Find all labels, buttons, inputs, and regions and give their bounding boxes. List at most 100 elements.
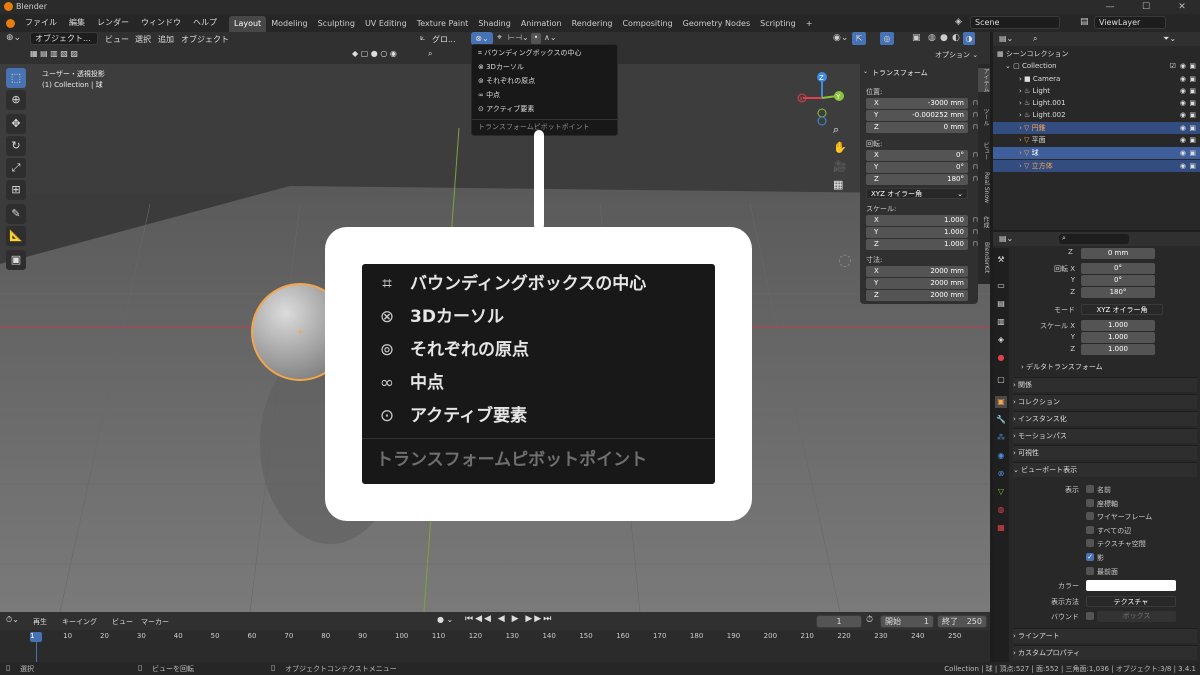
data-tab-icon[interactable]: ▽ (995, 486, 1007, 498)
shading-material-icon[interactable]: ◐ (952, 33, 960, 43)
rotate-tool-icon[interactable]: ↻ (6, 136, 26, 156)
camera-icon[interactable]: ▣ (1189, 147, 1196, 159)
tab-blenderkit[interactable]: BlenderKit (978, 242, 990, 273)
rotation-mode-dropdown[interactable]: XYZ オイラー角 ⌄ (866, 188, 968, 199)
outliner-editor-icon[interactable]: ▤⌄ (999, 34, 1013, 43)
outliner-item-light-001[interactable]: › ♨ Light.001 ◉ ▣ (993, 97, 1200, 109)
menu-add[interactable]: 追加 (158, 34, 174, 45)
prop-rotation-x-field[interactable]: 0° (1081, 263, 1155, 274)
outliner-item-cone[interactable]: › ▽ 円錐 ◉ ▣ (993, 122, 1200, 134)
cursor-tool-icon[interactable]: ⊕ (6, 90, 26, 110)
zoom-icon[interactable]: ⌕ (833, 123, 839, 137)
record-button[interactable]: ● ⌄ (437, 615, 453, 624)
outliner-item-collection[interactable]: ⌄ ▢ Collection ☑ ◉ ▣ (993, 60, 1200, 72)
tab-view[interactable]: ビュー (978, 142, 990, 160)
view-layer-tab-icon[interactable]: ▥ (995, 316, 1007, 328)
shading-wireframe-icon[interactable]: ◍ (928, 33, 936, 43)
section-motion-paths[interactable]: › モーションパス (1013, 428, 1197, 443)
transform-tool-icon[interactable]: ⊞ (6, 180, 26, 200)
section-visibility[interactable]: › 可視性 (1013, 445, 1197, 460)
eye-icon[interactable]: ◉ (1180, 60, 1186, 72)
xray-icon[interactable]: ▣ (912, 33, 921, 43)
timeline-menu-keying[interactable]: キーイング (62, 617, 97, 627)
timeline-menu-playback[interactable]: 再生 (33, 617, 47, 627)
workspace-tab-texture-paint[interactable]: Texture Paint (412, 16, 474, 32)
move-tool-icon[interactable]: ✥ (6, 114, 26, 134)
modifier-tab-icon[interactable]: 🔧 (995, 414, 1007, 426)
playback-controls[interactable]: ⏮◀◀ ◀ ▶ ▶▶⏭ (465, 614, 553, 624)
blender-menu-icon[interactable] (6, 18, 15, 28)
dimension-z-field[interactable]: Z 2000 mm (866, 290, 968, 301)
tab-tool[interactable]: ツール (978, 108, 990, 126)
menu-object[interactable]: オブジェクト (181, 34, 229, 45)
outliner-item-cube[interactable]: › ▽ 立方体 ◉ ▣ (993, 160, 1200, 172)
checkbox-shadow[interactable]: ✓ (1086, 553, 1094, 561)
tool-tab-icon[interactable]: ⚒ (995, 254, 1007, 266)
proportional-editing-icon[interactable]: • (531, 33, 541, 44)
eye-icon[interactable]: ◉ (1180, 97, 1186, 109)
section-instancing[interactable]: › インスタンス化 (1013, 411, 1197, 426)
timeline-editor-icon[interactable]: ⏱⌄ (6, 615, 19, 625)
prop-scale-y-field[interactable]: 1.000 (1081, 332, 1155, 343)
workspace-tab-animation[interactable]: Animation (516, 16, 567, 32)
add-cube-tool-icon[interactable]: ▣ (6, 250, 26, 270)
scale-z-field[interactable]: Z 1.000 ⊓ (866, 239, 978, 250)
material-tab-icon[interactable]: ◍ (995, 504, 1007, 516)
minimize-button[interactable]: — (1092, 0, 1128, 14)
menu-window[interactable]: ウィンドウ (135, 14, 187, 32)
outliner-item-plane[interactable]: › ▽ 平面 ◉ ▣ (993, 134, 1200, 146)
properties-editor-icon[interactable]: ▤⌄ (999, 234, 1013, 243)
location-y-field[interactable]: Y -0.000252 mm ⊓ (866, 110, 978, 121)
navigation-gizmo[interactable]: Z Y X (797, 68, 847, 128)
camera-view-icon[interactable]: 🎥 (833, 160, 847, 173)
camera-icon[interactable]: ▣ (1189, 97, 1196, 109)
outliner-item-sphere[interactable]: › ▽ 球 ◉ ▣ (993, 147, 1200, 159)
eye-icon[interactable]: ◉ (1180, 73, 1186, 85)
mode-selector[interactable]: オブジェクト... (30, 32, 98, 45)
object-tab-icon[interactable]: ▣ (995, 396, 1007, 408)
scene-selector[interactable]: Scene (970, 16, 1060, 29)
camera-icon[interactable]: ▣ (1189, 160, 1196, 172)
object-type-icons[interactable]: ◆ ▢ ● ○ ◉ (352, 49, 397, 58)
overlay-toggle-icon[interactable]: ◎ (880, 32, 894, 45)
options-button[interactable]: オプション ⌄ (935, 50, 978, 60)
scale-y-field[interactable]: Y 1.000 ⊓ (866, 227, 978, 238)
pivot-bounding-box-center[interactable]: ⌗ バウンディングボックスの中心 (478, 47, 581, 59)
section-collections[interactable]: › コレクション (1013, 394, 1197, 409)
eye-icon[interactable]: ◉ (1180, 160, 1186, 172)
shading-rendered-icon[interactable]: ◑ (963, 32, 975, 45)
camera-icon[interactable]: ▣ (1189, 85, 1196, 97)
checkbox-bounds[interactable] (1086, 612, 1094, 620)
prop-rotation-z-field[interactable]: 180° (1081, 287, 1155, 298)
select-box-tool-icon[interactable]: ⬚ (6, 68, 26, 88)
current-frame-field[interactable]: 1 (816, 615, 862, 628)
section-viewport-display[interactable]: ⌄ ビューポート表示 (1013, 462, 1197, 477)
checkbox-texture-space[interactable] (1086, 539, 1094, 547)
orientation-selector[interactable]: グロ... (432, 34, 456, 45)
world-tab-icon[interactable]: ● (995, 352, 1007, 364)
eye-icon[interactable]: ◉ (1180, 122, 1186, 134)
frame-end-field[interactable]: 終了 250 (937, 615, 987, 628)
prop-scale-z-field[interactable]: 1.000 (1081, 344, 1155, 355)
expand-icon[interactable]: ⌄ ▢ (1005, 62, 1022, 70)
outliner-item-camera[interactable]: › ■ Camera ◉ ▣ (993, 73, 1200, 85)
location-z-field[interactable]: Z0 mm ⊓ (866, 122, 978, 133)
editor-type-icon[interactable]: ⊕⌄ (6, 33, 21, 43)
outliner-item-light[interactable]: › ♨ Light ◉ ▣ (993, 85, 1200, 97)
workspace-tab-modeling[interactable]: Modeling (266, 16, 312, 32)
workspace-tab-shading[interactable]: Shading (473, 16, 516, 32)
display-as-dropdown[interactable]: テクスチャ (1086, 596, 1176, 607)
workspace-tab-layout[interactable]: Layout (229, 16, 267, 32)
visibility-icon[interactable]: ◉⌄ (833, 33, 848, 43)
scale-tool-icon[interactable]: ⤢ (6, 158, 26, 178)
rotation-y-field[interactable]: Y 0° ⊓ (866, 162, 978, 173)
checkbox-all-edges[interactable] (1086, 526, 1094, 534)
eye-icon[interactable]: ◉ (1180, 85, 1186, 97)
camera-icon[interactable]: ▣ (1189, 122, 1196, 134)
timeline-menu-marker[interactable]: マーカー (141, 617, 169, 627)
physics-tab-icon[interactable]: ◉ (995, 450, 1007, 462)
menu-help[interactable]: ヘルプ (187, 14, 223, 32)
pivot-3d-cursor[interactable]: ⊗ 3Dカーソル (478, 61, 524, 73)
menu-render[interactable]: レンダー (91, 14, 135, 32)
menu-select[interactable]: 選択 (135, 34, 151, 45)
